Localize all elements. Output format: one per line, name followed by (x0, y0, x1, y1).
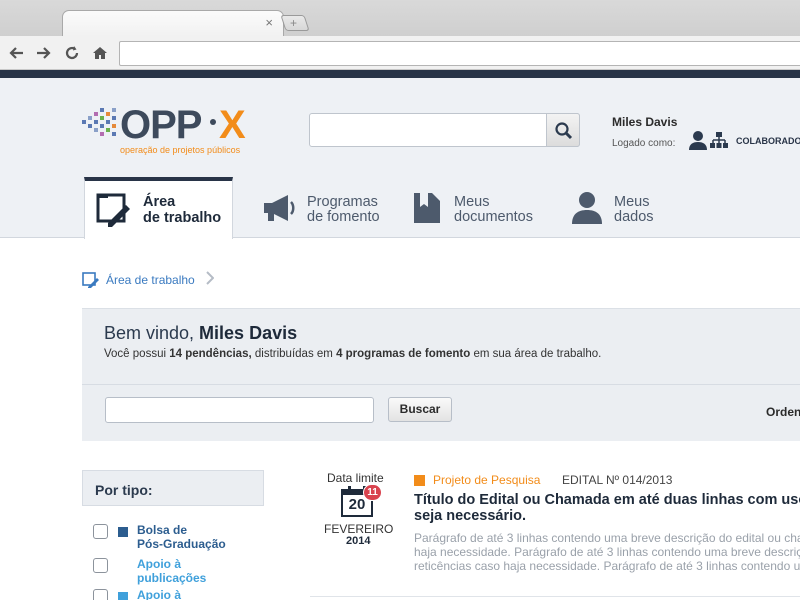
item-description: Parágrafo de até 3 linhas contendo uma b… (414, 531, 800, 573)
type-color-swatch (118, 592, 128, 600)
checkbox[interactable] (93, 524, 108, 539)
search-icon (555, 122, 573, 140)
tab-area-de-trabalho[interactable]: Área de trabalho (84, 177, 233, 239)
type-color-swatch (118, 561, 128, 571)
user-icon[interactable] (689, 130, 707, 150)
tab-label-line2: dados (614, 209, 654, 225)
tab-label-line2: de trabalho (143, 210, 222, 226)
notification-badge: 11 (363, 484, 382, 501)
tab-meus-documentos[interactable]: Meus documentos (410, 177, 550, 239)
browser-toolbar (0, 36, 800, 70)
role-label[interactable]: COLABORADOR (736, 136, 800, 146)
deadline-label: Data limite (327, 471, 384, 485)
browser-tab[interactable]: × (62, 10, 284, 36)
type-filter-item[interactable]: Apoio à (93, 587, 273, 600)
chevron-right-icon (206, 271, 214, 285)
workspace-icon (96, 193, 130, 227)
document-icon (414, 193, 440, 223)
deadline-year: 2014 (346, 535, 371, 547)
reload-icon[interactable] (62, 43, 82, 63)
item-title[interactable]: Título do Edital ou Chamada em até duas … (414, 492, 800, 524)
oppx-logo[interactable]: OPP X operação de projetos públicos (80, 96, 270, 158)
home-icon[interactable] (90, 43, 110, 63)
address-bar[interactable] (119, 41, 800, 66)
checkbox[interactable] (93, 589, 108, 600)
new-tab-button[interactable]: + (280, 15, 310, 31)
welcome-panel: Bem vindo, Miles Davis Você possui 14 pe… (82, 308, 800, 441)
svg-text:X: X (219, 103, 246, 147)
welcome-message: Você possui 14 pendências, distribuídas … (104, 348, 602, 360)
search-button[interactable] (546, 113, 580, 147)
logged-as-label: Logado como: (612, 138, 676, 149)
category-label[interactable]: Projeto de Pesquisa (433, 473, 540, 487)
tab-label-line1: Meus (614, 194, 650, 210)
divider (82, 384, 800, 385)
svg-text:OPP: OPP (120, 103, 202, 147)
divider (310, 596, 800, 597)
type-label[interactable]: Apoio à publicações (137, 557, 206, 585)
person-icon (572, 192, 602, 224)
category-swatch (414, 475, 425, 486)
tab-label-line1: Área (143, 194, 176, 210)
deadline-month: FEVEREIRO (324, 522, 394, 536)
site-search-input[interactable] (309, 113, 580, 147)
filter-search-input[interactable] (105, 397, 374, 423)
type-filter-item[interactable]: Bolsa de Pós-Graduação (93, 522, 273, 558)
type-color-swatch (118, 527, 128, 537)
back-arrow-icon[interactable] (7, 43, 27, 63)
workspace-icon (82, 272, 99, 288)
top-accent-bar (0, 70, 800, 78)
breadcrumb-link[interactable]: Área de trabalho (106, 273, 195, 287)
tab-meus-dados[interactable]: Meus dados (568, 177, 678, 239)
filter-by-type-panel: Por tipo: (82, 470, 264, 506)
org-chart-icon[interactable] (710, 130, 728, 150)
tab-label-line2: documentos (454, 209, 533, 225)
buscar-button[interactable]: Buscar (388, 397, 452, 422)
welcome-title: Bem vindo, Miles Davis (104, 323, 298, 343)
type-label[interactable]: Apoio à (137, 588, 181, 600)
tab-programas-de-fomento[interactable]: Programas de fomento (258, 177, 398, 239)
user-name[interactable]: Miles Davis (612, 115, 677, 129)
tab-close-icon[interactable]: × (265, 16, 273, 30)
type-label[interactable]: Bolsa de Pós-Graduação (137, 523, 226, 551)
tab-label-line1: Meus (454, 194, 490, 210)
megaphone-icon (264, 195, 295, 221)
logo-tagline: operação de projetos públicos (120, 145, 241, 155)
browser-tab-strip: × + (0, 0, 800, 36)
order-label[interactable]: Ordenar (766, 405, 800, 419)
edital-number: EDITAL Nº 014/2013 (562, 473, 673, 487)
checkbox[interactable] (93, 558, 108, 573)
tab-label-line1: Programas (307, 194, 378, 210)
filter-title: Por tipo: (95, 482, 153, 498)
tab-label-line2: de fomento (307, 209, 380, 225)
forward-arrow-icon[interactable] (33, 43, 53, 63)
site-header: OPP X operação de projetos públicos Mile… (0, 78, 800, 239)
plus-icon: + (290, 16, 298, 30)
